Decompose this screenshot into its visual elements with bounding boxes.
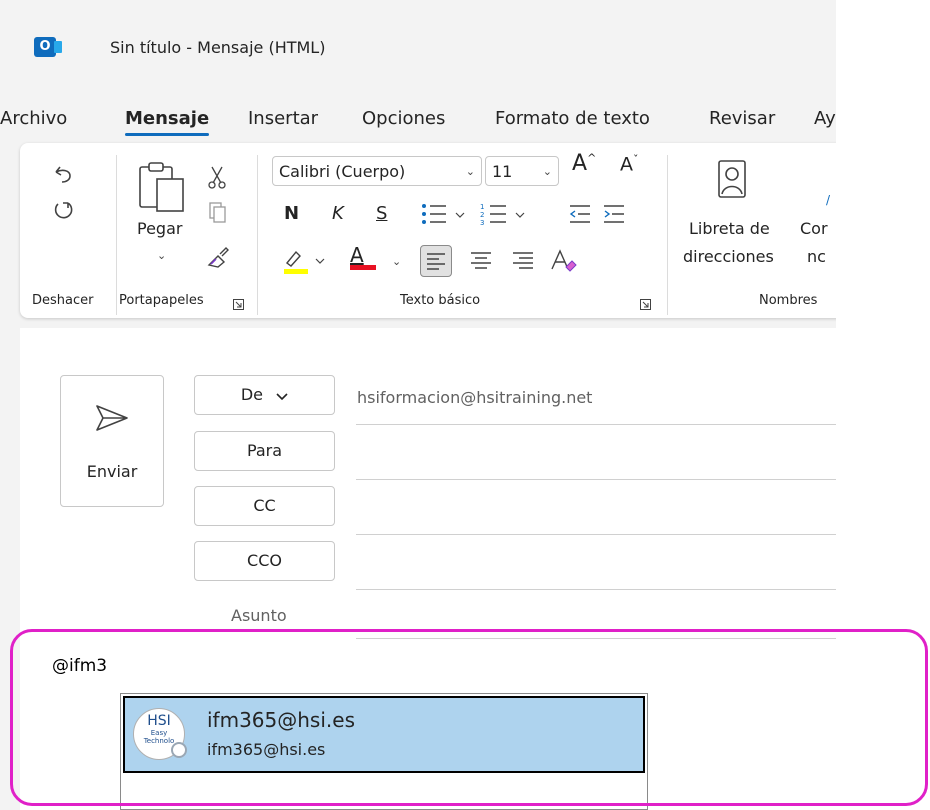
separator [116, 155, 117, 315]
italic-button[interactable]: K [332, 203, 344, 224]
bcc-button[interactable]: CCO [194, 541, 335, 581]
bullets-icon[interactable] [420, 201, 468, 231]
clipboard-launcher-icon[interactable] [233, 295, 244, 314]
grow-font-button[interactable]: A^ [572, 151, 596, 176]
check-names-label-1[interactable]: Cor [800, 219, 828, 238]
bold-button[interactable]: N [284, 203, 299, 224]
from-field-line [356, 424, 836, 425]
chevron-down-icon: ⌄ [542, 165, 552, 178]
chevron-down-icon [276, 377, 288, 415]
title-bar: O Sin título - Mensaje (HTML) [0, 0, 836, 98]
subject-label: Asunto [231, 606, 287, 625]
ribbon-tabs: Archivo Mensaje Insertar Opciones Format… [0, 104, 836, 138]
svg-text:2: 2 [480, 211, 484, 219]
group-label-basic-text: Texto básico [400, 293, 481, 308]
check-names-label-2[interactable]: nc [807, 247, 826, 266]
ribbon: Deshacer Pegar ⌄ Portapapeles Calibri (C… [20, 143, 836, 318]
bcc-field-line[interactable] [356, 589, 836, 590]
from-button[interactable]: De [194, 375, 335, 415]
address-book-label-2[interactable]: direcciones [683, 247, 774, 266]
undo-icon[interactable] [52, 163, 74, 189]
send-button[interactable]: Enviar [60, 375, 164, 507]
underline-button[interactable]: S [376, 203, 387, 224]
grow-font-glyph: A [572, 151, 588, 176]
chevron-down-icon: ⌄ [465, 165, 475, 178]
paste-button-label[interactable]: Pegar [137, 219, 182, 238]
font-color-glyph: A [350, 243, 364, 267]
tab-revisar[interactable]: Revisar [709, 108, 775, 129]
font-name-value: Calibri (Cuerpo) [279, 162, 406, 181]
window-title: Sin título - Mensaje (HTML) [110, 38, 326, 57]
font-size-combo[interactable]: 11 ⌄ [485, 156, 559, 186]
tab-formato-de-texto[interactable]: Formato de texto [495, 108, 650, 129]
outlook-icon: O [34, 37, 62, 57]
font-size-value: 11 [492, 162, 513, 181]
highlight-icon[interactable] [282, 247, 330, 279]
svg-text:1: 1 [480, 203, 484, 211]
tab-mensaje[interactable]: Mensaje [125, 108, 210, 136]
group-label-names: Nombres [759, 293, 818, 308]
decrease-indent-icon[interactable] [568, 203, 592, 229]
group-label-clipboard: Portapapeles [119, 293, 204, 308]
send-label: Enviar [86, 462, 138, 481]
tab-ayuda[interactable]: Ay [814, 108, 836, 129]
align-right-icon[interactable] [508, 245, 538, 279]
increase-indent-icon[interactable] [602, 203, 626, 229]
highlight-annotation [10, 629, 928, 806]
basic-text-launcher-icon[interactable] [640, 295, 651, 314]
separator [257, 155, 258, 315]
tab-archivo[interactable]: Archivo [0, 108, 67, 129]
from-label: De [240, 385, 264, 404]
send-icon [95, 404, 129, 436]
font-color-button[interactable]: A [350, 243, 376, 270]
paste-icon[interactable] [137, 161, 187, 217]
tab-opciones[interactable]: Opciones [362, 108, 445, 129]
align-left-button[interactable] [420, 245, 452, 277]
align-center-icon[interactable] [466, 245, 496, 279]
format-painter-icon[interactable] [206, 245, 230, 273]
cc-field-line[interactable] [356, 534, 836, 535]
group-label-undo: Deshacer [32, 293, 94, 308]
from-address: hsiformacion@hsitraining.net [357, 388, 593, 407]
cut-icon[interactable] [208, 165, 226, 193]
numbering-icon[interactable]: 123 [480, 201, 528, 231]
cc-button[interactable]: CC [194, 486, 335, 526]
address-book-label-1[interactable]: Libreta de [689, 219, 770, 238]
copy-icon[interactable] [208, 201, 228, 229]
to-button[interactable]: Para [194, 431, 335, 471]
tab-insertar[interactable]: Insertar [248, 108, 318, 129]
paste-chevron-icon[interactable]: ⌄ [157, 249, 166, 262]
shrink-font-glyph: A [620, 153, 633, 176]
address-book-icon[interactable] [716, 159, 748, 203]
to-field-line[interactable] [356, 479, 836, 480]
font-name-combo[interactable]: Calibri (Cuerpo) ⌄ [272, 156, 482, 186]
svg-text:3: 3 [480, 219, 484, 227]
separator [667, 155, 668, 315]
shrink-font-button[interactable]: Aˇ [620, 153, 639, 175]
check-names-icon[interactable]: / [826, 193, 830, 207]
chevron-down-icon[interactable]: ⌄ [392, 255, 401, 268]
clear-formatting-icon[interactable] [548, 247, 578, 279]
redo-icon[interactable] [52, 199, 74, 225]
